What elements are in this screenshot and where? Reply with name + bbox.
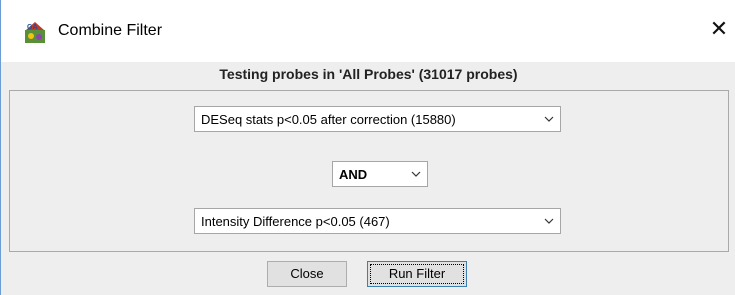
- first-filter-value: DESeq stats p<0.05 after correction (158…: [201, 111, 456, 127]
- probe-summary-heading: Testing probes in 'All Probes' (31017 pr…: [219, 66, 518, 82]
- combine-filter-dialog: GA Combine Filter ✕ Testing probes in 'A…: [0, 0, 735, 295]
- chevron-down-icon: [405, 171, 427, 177]
- app-icon: GA: [24, 20, 46, 44]
- title-bar: GA Combine Filter ✕: [1, 0, 735, 62]
- operator-value: AND: [339, 166, 368, 182]
- chevron-down-icon: [538, 218, 560, 224]
- dialog-content: Testing probes in 'All Probes' (31017 pr…: [1, 62, 735, 295]
- first-filter-select[interactable]: DESeq stats p<0.05 after correction (158…: [194, 106, 561, 132]
- close-button[interactable]: Close: [267, 261, 347, 287]
- filter-options-panel: DESeq stats p<0.05 after correction (158…: [9, 90, 729, 252]
- operator-select[interactable]: AND: [332, 161, 428, 187]
- run-filter-label: Run Filter: [388, 266, 446, 281]
- second-filter-select[interactable]: Intensity Difference p<0.05 (467): [194, 208, 561, 234]
- second-filter-value: Intensity Difference p<0.05 (467): [201, 213, 390, 229]
- chevron-down-icon: [538, 116, 560, 122]
- window-title: Combine Filter: [58, 22, 163, 39]
- button-bar: Close Run Filter: [1, 254, 735, 295]
- svg-text:GA: GA: [27, 24, 38, 31]
- close-icon[interactable]: ✕: [709, 18, 729, 42]
- run-filter-button[interactable]: Run Filter: [367, 261, 467, 287]
